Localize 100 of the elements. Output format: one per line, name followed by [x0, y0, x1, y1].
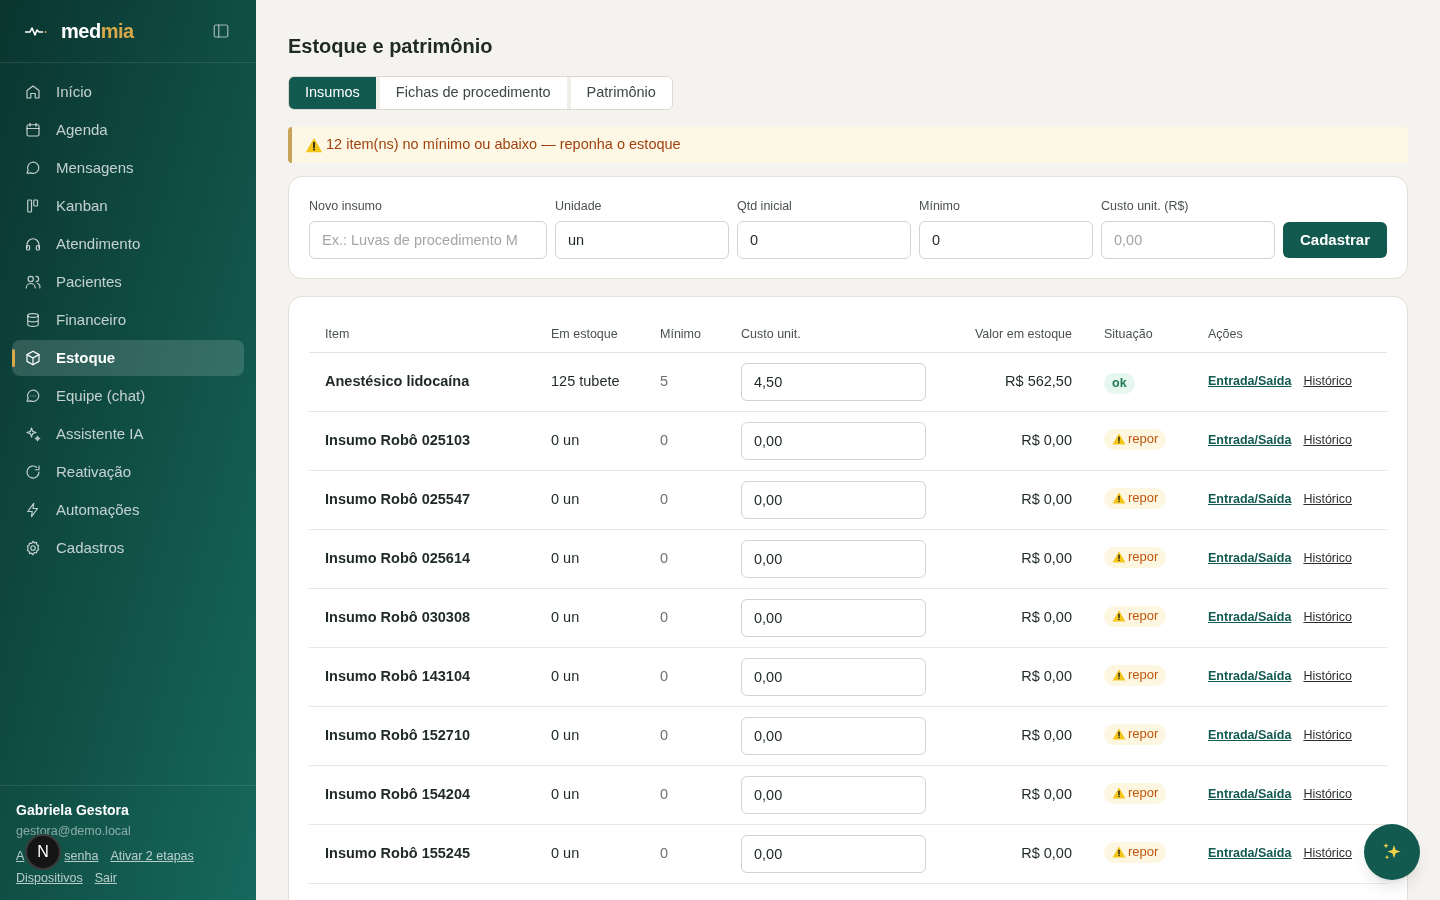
- column-header: Custo unit.: [740, 325, 802, 343]
- input-field[interactable]: 0: [919, 220, 1093, 259]
- sidebar-item[interactable]: Automações: [12, 492, 244, 528]
- warning-icon: [1112, 550, 1126, 564]
- entry-exit-link[interactable]: Entrada/Saída: [1208, 608, 1292, 628]
- item-name: Anestésico lidocaína: [324, 371, 471, 391]
- pulse-logo-icon: [25, 26, 47, 36]
- register-button[interactable]: Cadastrar: [1283, 221, 1387, 258]
- value-cell-text: R$ 0,00: [1020, 666, 1073, 686]
- minimum-cell-text: 0: [659, 725, 670, 745]
- value-cell-text: R$ 0,00: [1020, 430, 1073, 450]
- page-title: Estoque e patrimônio: [288, 34, 494, 59]
- stock-cell-text: 125 tubete: [550, 371, 621, 391]
- value-cell-text: R$ 0,00: [1020, 784, 1073, 804]
- minimum-cell-text: 5: [659, 371, 670, 391]
- history-link[interactable]: Histórico: [1303, 785, 1352, 805]
- sidebar-item[interactable]: Mensagens: [12, 150, 244, 186]
- sidebar-item[interactable]: Reativação: [12, 454, 244, 490]
- sidebar-item[interactable]: Kanban: [12, 188, 244, 224]
- minimum-cell-text: 0: [659, 430, 670, 450]
- sidebar-item[interactable]: Agenda: [12, 112, 244, 148]
- tab[interactable]: Insumos: [289, 77, 376, 109]
- history-link[interactable]: Histórico: [1303, 726, 1352, 746]
- history-link[interactable]: Histórico: [1303, 667, 1352, 687]
- input-field[interactable]: 0: [737, 220, 911, 259]
- item-name: Insumo Robô 030308: [324, 607, 472, 627]
- history-link[interactable]: Histórico: [1303, 608, 1352, 628]
- entry-exit-link[interactable]: Entrada/Saída: [1208, 785, 1292, 805]
- account-link[interactable]: senha: [64, 846, 99, 866]
- field-label: Custo unit. (R$): [1101, 198, 1190, 215]
- status-badge: repor: [1104, 487, 1167, 509]
- minimum-cell-text: 0: [659, 607, 670, 627]
- cube-icon: [24, 349, 42, 367]
- entry-exit-link[interactable]: Entrada/Saída: [1208, 667, 1292, 687]
- entry-exit-link[interactable]: Entrada/Saída: [1208, 726, 1292, 746]
- history-link[interactable]: Histórico: [1303, 844, 1352, 864]
- history-link[interactable]: Histórico: [1303, 372, 1352, 392]
- entry-exit-link[interactable]: Entrada/Saída: [1208, 431, 1292, 451]
- tab[interactable]: Patrimônio: [566, 77, 672, 109]
- item-name: Insumo Robô 025547: [324, 489, 472, 509]
- warning-icon: [1112, 845, 1126, 859]
- cost-input[interactable]: 0,00: [741, 480, 926, 519]
- cost-input[interactable]: 0,00: [741, 657, 926, 696]
- field-label: Novo insumo: [309, 198, 383, 215]
- entry-exit-link[interactable]: Entrada/Saída: [1208, 844, 1292, 864]
- stock-cell-text: 0 un: [550, 430, 581, 450]
- cost-input[interactable]: 0,00: [741, 539, 926, 578]
- sidebar-item[interactable]: Assistente IA: [12, 416, 244, 452]
- column-header: Mínimo: [659, 325, 702, 343]
- entry-exit-link[interactable]: Entrada/Saída: [1208, 372, 1292, 392]
- cost-input[interactable]: 0,00: [741, 421, 926, 460]
- field-label: Unidade: [555, 198, 603, 215]
- entry-exit-link[interactable]: Entrada/Saída: [1208, 549, 1292, 569]
- sidebar-item[interactable]: Atendimento: [12, 226, 244, 262]
- warning-icon: [1112, 609, 1126, 623]
- history-link[interactable]: Histórico: [1303, 490, 1352, 510]
- entry-exit-link[interactable]: Entrada/Saída: [1208, 490, 1292, 510]
- sidebar-item[interactable]: Início: [12, 74, 244, 110]
- sidebar-item[interactable]: Equipe (chat): [12, 378, 244, 414]
- sidebar-toggle-icon[interactable]: [212, 22, 230, 40]
- cost-input[interactable]: 0,00: [741, 775, 926, 814]
- column-header: Situação: [1103, 325, 1154, 343]
- brand-logo: medmia: [61, 19, 134, 44]
- warning-icon: [1112, 491, 1126, 505]
- sidebar-item[interactable]: Cadastros: [12, 530, 244, 566]
- sidebar-item[interactable]: Estoque: [12, 340, 244, 376]
- warning-icon: [1112, 668, 1126, 682]
- account-link[interactable]: A: [16, 846, 25, 866]
- status-badge: repor: [1104, 723, 1167, 745]
- account-link[interactable]: Ativar 2 etapas: [110, 846, 194, 866]
- status-badge: repor: [1104, 841, 1167, 863]
- field-label: Mínimo: [919, 198, 961, 215]
- house-icon: [24, 83, 42, 101]
- input-field[interactable]: un: [555, 220, 729, 259]
- history-link[interactable]: Histórico: [1303, 549, 1352, 569]
- status-badge: repor: [1104, 605, 1167, 627]
- value-cell-text: R$ 0,00: [1020, 725, 1073, 745]
- status-badge: ok: [1104, 372, 1135, 394]
- stock-cell-text: 0 un: [550, 607, 581, 627]
- account-link[interactable]: Sair: [94, 869, 117, 888]
- cost-input[interactable]: 0,00: [741, 716, 926, 755]
- input-field[interactable]: 0,00: [1101, 220, 1275, 259]
- sidebar-item[interactable]: Pacientes: [12, 264, 244, 300]
- column-header: Item: [324, 325, 351, 343]
- column-header: Ações: [1207, 325, 1244, 343]
- stock-cell-text: 0 un: [550, 548, 581, 568]
- cost-input[interactable]: 0,00: [741, 834, 926, 873]
- cost-input[interactable]: 4,50: [741, 362, 926, 401]
- settings-icon: [24, 539, 42, 557]
- speech-bubble-icon: [24, 159, 42, 177]
- stock-cell-text: 0 un: [550, 489, 581, 509]
- history-link[interactable]: Histórico: [1303, 431, 1352, 451]
- sidebar-item[interactable]: Financeiro: [12, 302, 244, 338]
- headset-icon: [24, 235, 42, 253]
- field-label: Qtd inicial: [737, 198, 793, 215]
- account-link[interactable]: Dispositivos: [16, 869, 83, 888]
- status-badge: repor: [1104, 546, 1167, 568]
- value-cell-text: R$ 0,00: [1020, 548, 1073, 568]
- input-field[interactable]: Ex.: Luvas de procedimento M: [309, 220, 547, 259]
- cost-input[interactable]: 0,00: [741, 598, 926, 637]
